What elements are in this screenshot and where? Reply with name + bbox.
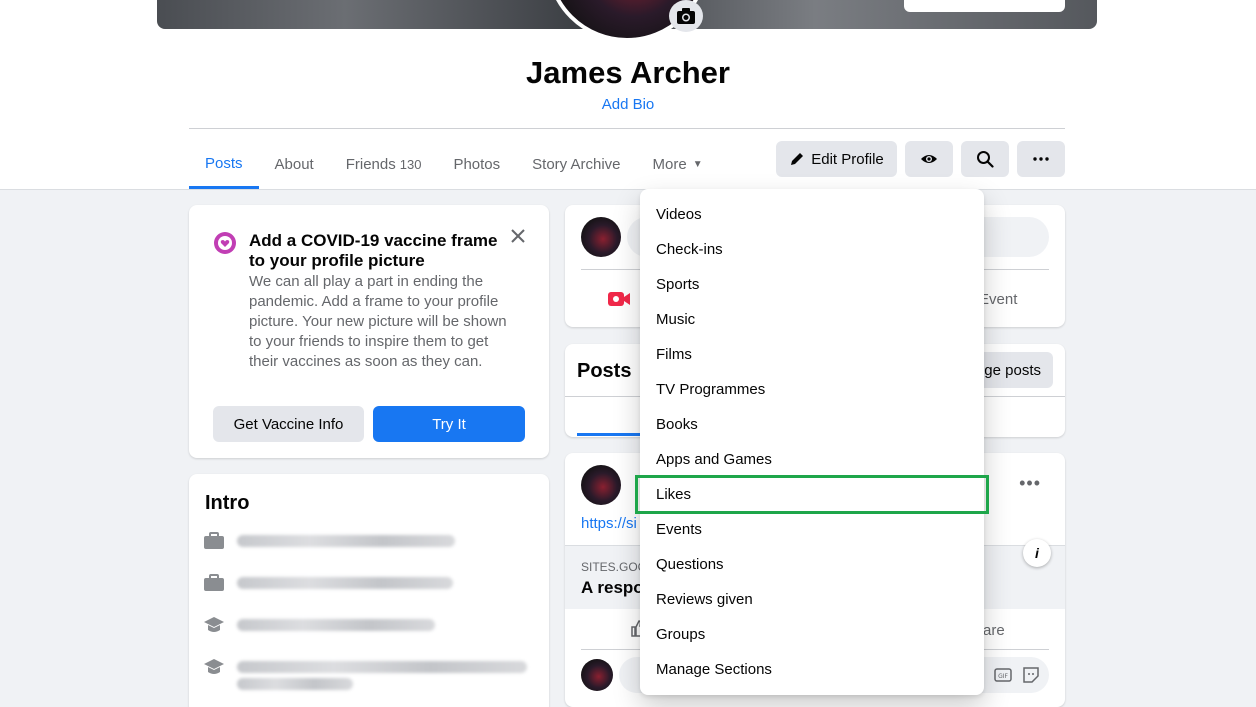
- intro-item-education: [203, 658, 527, 676]
- close-icon[interactable]: [507, 225, 529, 247]
- try-it-button[interactable]: Try It: [373, 406, 525, 442]
- avatar[interactable]: [581, 465, 621, 505]
- post-options-icon[interactable]: •••: [1019, 473, 1041, 494]
- view-as-button[interactable]: [905, 141, 953, 177]
- covid-card-title: Add a COVID-19 vaccine frame to your pro…: [249, 231, 498, 270]
- camera-icon: [677, 8, 695, 24]
- tab-story-archive[interactable]: Story Archive: [516, 140, 636, 188]
- pencil-icon: [791, 153, 804, 165]
- tab-about[interactable]: About: [259, 140, 330, 188]
- tab-photos[interactable]: Photos: [437, 140, 516, 188]
- edit-cover-photo-button[interactable]: [904, 0, 1065, 12]
- menu-item-manage-sections[interactable]: Manage Sections: [640, 652, 984, 687]
- profile-tabs: Posts About Friends 130 Photos Story Arch…: [189, 140, 719, 190]
- blurred-text: [237, 577, 453, 589]
- intro-item-work: [203, 532, 455, 550]
- intro-title: Intro: [205, 492, 250, 514]
- share-button[interactable]: are: [983, 622, 1005, 639]
- tab-posts[interactable]: Posts: [189, 140, 259, 189]
- add-bio-link[interactable]: Add Bio: [0, 96, 1256, 113]
- tab-more[interactable]: More ▼: [637, 140, 719, 188]
- menu-item-music[interactable]: Music: [640, 302, 984, 337]
- menu-item-check-ins[interactable]: Check-ins: [640, 232, 984, 267]
- blurred-text: [237, 678, 353, 690]
- more-options-button[interactable]: [1017, 141, 1065, 177]
- graduation-cap-icon: [204, 659, 224, 674]
- more-dropdown-menu: Videos Check-ins Sports Music Films TV P…: [635, 189, 989, 695]
- menu-item-books[interactable]: Books: [640, 407, 984, 442]
- briefcase-icon: [204, 574, 224, 591]
- eye-icon: [921, 155, 937, 163]
- edit-profile-button[interactable]: Edit Profile: [776, 141, 897, 177]
- posts-section-title: Posts: [577, 360, 632, 382]
- menu-item-likes[interactable]: Likes: [635, 475, 989, 514]
- profile-actions: Edit Profile: [776, 141, 1065, 177]
- ellipsis-icon: [1033, 157, 1049, 161]
- get-vaccine-info-button[interactable]: Get Vaccine Info: [213, 406, 364, 442]
- friends-count: 130: [399, 156, 422, 172]
- heart-frame-icon: [214, 232, 236, 254]
- sticker-icon[interactable]: [1021, 665, 1041, 685]
- search-profile-button[interactable]: [961, 141, 1009, 177]
- info-icon[interactable]: i: [1023, 539, 1051, 567]
- menu-item-apps-and-games[interactable]: Apps and Games: [640, 442, 984, 477]
- life-event-label[interactable]: Event: [979, 291, 1017, 308]
- intro-item-education-continued: [237, 678, 353, 690]
- search-icon: [977, 151, 994, 168]
- menu-item-reviews-given[interactable]: Reviews given: [640, 582, 984, 617]
- covid-frame-card: Add a COVID-19 vaccine frame to your pro…: [189, 205, 549, 458]
- blurred-text: [237, 661, 527, 673]
- blurred-text: [237, 535, 455, 547]
- intro-card: Intro: [189, 474, 549, 707]
- tab-friends[interactable]: Friends 130: [330, 140, 438, 188]
- menu-item-sports[interactable]: Sports: [640, 267, 984, 302]
- intro-item-work: [203, 574, 453, 592]
- briefcase-icon: [204, 532, 224, 549]
- profile-name: James Archer: [526, 55, 730, 90]
- avatar[interactable]: [581, 217, 621, 257]
- link-title: A respo: [581, 578, 644, 597]
- caret-down-icon: ▼: [692, 158, 703, 170]
- gif-icon[interactable]: GIF: [993, 665, 1013, 685]
- avatar: [581, 659, 613, 691]
- graduation-cap-icon: [204, 617, 224, 632]
- covid-card-text: We can all play a part in ending the pan…: [249, 273, 507, 370]
- profile-header: James Archer Add Bio Posts About Friends…: [0, 0, 1256, 190]
- menu-item-videos[interactable]: Videos: [640, 197, 984, 232]
- blurred-text: [237, 619, 435, 631]
- menu-item-events[interactable]: Events: [640, 512, 984, 547]
- svg-text:GIF: GIF: [998, 673, 1008, 680]
- header-divider: [189, 128, 1065, 129]
- link-source: SITES.GOC: [581, 560, 647, 574]
- intro-item-education: [203, 616, 435, 634]
- update-profile-picture-button[interactable]: [669, 0, 703, 32]
- menu-item-groups[interactable]: Groups: [640, 617, 984, 652]
- menu-item-tv-programmes[interactable]: TV Programmes: [640, 372, 984, 407]
- menu-item-films[interactable]: Films: [640, 337, 984, 372]
- post-link[interactable]: https://si: [581, 515, 637, 532]
- live-video-icon[interactable]: [607, 289, 631, 309]
- menu-item-questions[interactable]: Questions: [640, 547, 984, 582]
